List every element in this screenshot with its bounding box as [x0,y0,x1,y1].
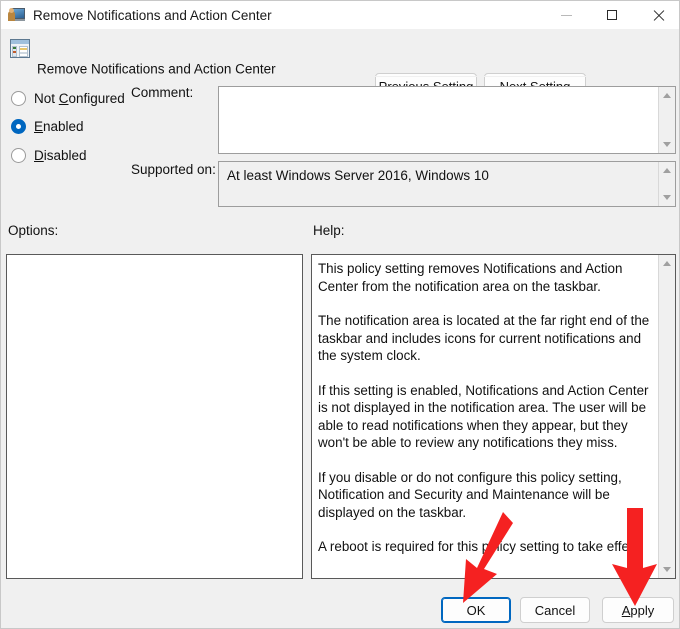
header-divider [1,76,679,77]
group-policy-setting-dialog: Remove Notifications and Action Center R… [0,0,680,629]
help-text: This policy setting removes Notification… [318,260,655,556]
radio-enabled[interactable]: Enabled [11,117,84,135]
supported-on-box: At least Windows Server 2016, Windows 10 [218,161,676,207]
options-label: Options: [8,223,59,238]
policy-setting-icon [10,39,30,58]
radio-enabled-label: Enabled [34,118,84,134]
supported-on-value: At least Windows Server 2016, Windows 10 [227,168,489,183]
scroll-up-icon[interactable] [659,87,676,104]
help-paragraph-2: The notification area is located at the … [318,313,650,363]
minimize-icon[interactable] [543,1,589,29]
setting-title: Remove Notifications and Action Center [37,61,276,77]
scroll-down-icon[interactable] [659,189,676,206]
help-paragraph-1: This policy setting removes Notification… [318,261,623,294]
supported-on-label: Supported on: [131,162,216,177]
options-panel[interactable] [6,254,303,579]
apply-button[interactable]: Apply [602,597,674,623]
cancel-button[interactable]: Cancel [520,597,590,623]
radio-disabled[interactable]: Disabled [11,146,87,164]
comment-input[interactable] [218,86,676,154]
radio-disabled-label: Disabled [34,147,87,163]
title-bar: Remove Notifications and Action Center [1,1,679,29]
radio-not-configured-label: Not Configured [34,90,125,106]
scroll-down-icon[interactable] [659,136,676,153]
scroll-up-icon[interactable] [659,255,676,272]
help-label: Help: [313,223,345,238]
policy-computer-icon [8,7,25,23]
radio-not-configured[interactable]: Not Configured [11,89,125,107]
ok-button[interactable]: OK [441,597,511,623]
comment-label: Comment: [131,85,194,100]
help-paragraph-3: If this setting is enabled, Notification… [318,382,649,451]
radio-enabled-indicator [11,118,26,134]
setting-header: Remove Notifications and Action Center P… [1,29,679,99]
window-controls [543,1,679,29]
help-paragraph-4: If you disable or do not configure this … [318,469,622,520]
help-panel: This policy setting removes Notification… [311,254,676,579]
radio-disabled-indicator [11,147,26,163]
supported-on-scrollbar[interactable] [658,162,675,206]
apply-label-rest: pply [630,602,655,618]
apply-accel: A [621,602,631,618]
help-scrollbar[interactable] [658,255,675,578]
close-icon[interactable] [635,1,679,29]
window-title: Remove Notifications and Action Center [33,7,272,23]
help-paragraph-5: A reboot is required for this policy set… [318,539,644,554]
scroll-down-icon[interactable] [659,561,676,578]
comment-scrollbar[interactable] [658,87,675,153]
maximize-icon[interactable] [589,1,635,29]
scroll-up-icon[interactable] [659,162,676,179]
radio-not-configured-indicator [11,90,26,106]
